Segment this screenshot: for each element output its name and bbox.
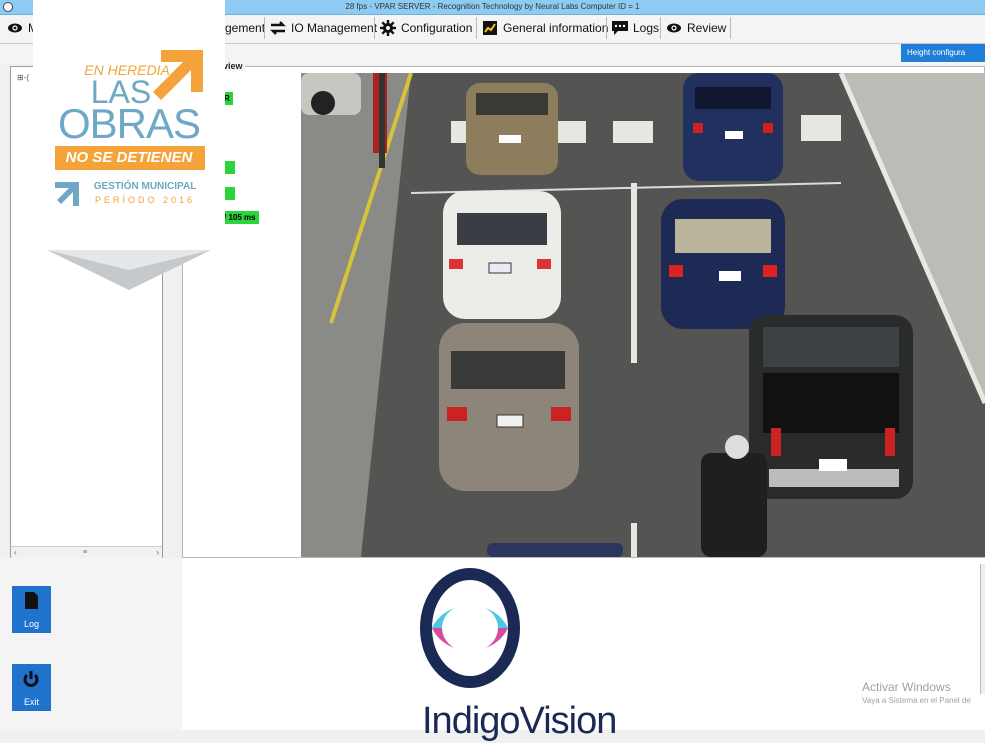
car-partial [487, 543, 623, 557]
document-icon [25, 592, 38, 611]
bottom-left-panel: Log Exit [0, 558, 182, 730]
municipal-overlay-badge: EN HEREDIA, LAS OBRAS NO SE DETIENEN GES… [33, 0, 225, 290]
beige-car-top [466, 83, 558, 175]
toolbar-review-label: Review [687, 21, 727, 35]
toolbar-review-button[interactable]: Review [660, 17, 732, 39]
power-icon [22, 670, 40, 690]
navy-car-middle [661, 199, 785, 329]
height-configuration-button[interactable]: Height configura [901, 44, 985, 62]
processing-time-tag: / 105 ms [221, 211, 259, 224]
chart-icon [481, 20, 499, 36]
navy-car-top [683, 73, 783, 181]
log-button-label: Log [23, 619, 40, 629]
traffic-scene [301, 73, 985, 557]
toolbar-logs-label: Logs [633, 21, 660, 35]
exit-button[interactable]: Exit [12, 664, 51, 711]
eye-icon [6, 20, 24, 36]
log-button[interactable]: Log [12, 586, 51, 633]
eye-icon [665, 20, 683, 36]
activate-windows-watermark: Activar Windows Vaya a Sistema en el Pan… [862, 680, 971, 705]
scroll-thumb[interactable]: ≡ [83, 549, 87, 556]
camera-view-panel: view R / 105 ms [182, 61, 985, 558]
toolbar-io-management-label: IO Management [291, 21, 378, 35]
toolbar-configuration-button[interactable]: Configuration [374, 17, 476, 39]
indigovision-logo-mark [420, 568, 520, 688]
toolbar-configuration-label: Configuration [401, 21, 473, 35]
badge-line-6: PERÍODO 2016 [94, 195, 196, 205]
scroll-left-icon[interactable]: ‹ [14, 548, 17, 557]
white-car [443, 191, 561, 319]
io-arrows-icon [269, 20, 287, 36]
toolbar-general-information-label: General information [503, 21, 609, 35]
bottom-area: Log Exit IndigoVision Activar Windows Va… [0, 558, 985, 742]
toolbar-logs-button[interactable]: Logs [606, 17, 663, 39]
motorcycle-rider [701, 435, 767, 557]
indigovision-logo-text: IndigoVision [422, 700, 617, 742]
badge-line-5: GESTIÓN MUNICIPAL [93, 181, 197, 192]
toolbar-management-label: gement [225, 21, 266, 35]
grey-car-bottom [439, 323, 579, 491]
watermark-title: Activar Windows [862, 680, 951, 694]
toolbar-management-button[interactable]: gement [220, 17, 269, 39]
badge-line-4: NO SE DETIENEN [65, 149, 193, 166]
traffic-camera-feed[interactable] [301, 73, 985, 557]
right-edge-panel [980, 564, 985, 694]
toolbar-general-information-button[interactable]: General information [476, 17, 612, 39]
watermark-subtitle: Vaya a Sistema en el Panel de [862, 696, 971, 705]
toolbar-io-management-button[interactable]: IO Management [264, 17, 381, 39]
badge-line-3: OBRAS [57, 100, 201, 147]
scroll-right-icon[interactable]: › [156, 548, 159, 557]
chat-icon [611, 20, 629, 36]
gear-icon [379, 20, 397, 36]
car-wheel [311, 91, 335, 115]
exit-button-label: Exit [23, 697, 39, 707]
black-pickup-truck [749, 315, 913, 499]
pole [379, 73, 385, 168]
